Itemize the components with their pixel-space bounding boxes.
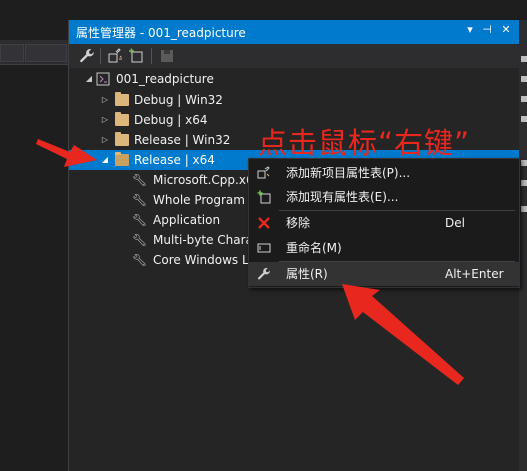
wrench-icon [258,267,270,280]
folder-icon [115,132,129,146]
side-tab-marker[interactable] [521,180,527,186]
menu-item-properties[interactable]: 属性(R) Alt+Enter [249,262,519,286]
side-tab-marker[interactable] [521,56,527,62]
expand-arrow-icon[interactable]: ▷ [100,110,110,130]
side-tab-marker[interactable] [521,206,527,212]
new-property-sheet-icon[interactable] [107,48,123,64]
wrench-icon: 🔧︎ [132,253,148,267]
sheet-label: Microsoft.Cpp.x6 [153,173,254,187]
config-label: Debug | x64 [134,113,208,127]
editor-dropdown[interactable] [25,44,67,62]
menu-item-label: 添加现有属性表(E)... [286,190,399,204]
menu-item-label: 属性(R) [286,267,328,281]
close-icon[interactable]: ✕ [499,23,513,36]
editor-dropdown[interactable] [0,44,24,62]
add-existing-sheet-icon[interactable] [128,48,144,64]
sheet-label: Multi-byte Chara [153,233,253,247]
menu-item-label: 添加新项目属性表(P)... [286,166,411,180]
collapse-arrow-icon[interactable]: ◢ [84,69,94,89]
wrench-icon[interactable] [79,48,95,64]
wrench-icon: 🔧︎ [132,233,148,247]
side-tab-marker[interactable] [521,76,527,82]
menu-item-label: 移除 [286,216,311,230]
wrench-icon: 🔧︎ [132,213,148,227]
panel-toolbar [69,44,519,68]
editor-area [0,65,68,471]
sheet-label: Application [153,213,221,227]
remove-icon [258,217,270,229]
expand-arrow-icon[interactable]: ▷ [100,130,110,150]
tree-item-debug-win32[interactable]: ▷ Debug | Win32 [69,90,519,110]
sheet-label: Whole Program [153,193,245,207]
wrench-icon: 🔧︎ [132,193,148,207]
collapse-arrow-icon[interactable]: ◢ [100,150,110,170]
open-folder-icon [115,152,129,166]
pin-icon[interactable]: ⊣ [480,23,494,36]
panel-title: 属性管理器 - 001_readpicture [76,26,246,40]
config-label: Release | Win32 [134,133,231,147]
editor-toolbar [0,40,68,65]
menu-item-add-existing-sheet[interactable]: 添加现有属性表(E)... [249,185,519,209]
menu-item-remove[interactable]: 移除 Del [249,211,519,235]
menu-item-shortcut: Del [445,216,465,230]
toolbar-separator [151,48,152,64]
context-menu: 添加新项目属性表(P)... 添加现有属性表(E)... 移除 Del 重命名(… [248,158,520,288]
panel-title-bar[interactable]: 属性管理器 - 001_readpicture ▾ ⊣ ✕ [69,20,519,44]
toolbar-separator [100,48,101,64]
folder-icon [115,92,129,106]
expand-arrow-icon[interactable]: ▷ [100,90,110,110]
dropdown-icon[interactable]: ▾ [463,23,477,36]
config-label: Debug | Win32 [134,93,223,107]
menu-item-add-new-sheet[interactable]: 添加新项目属性表(P)... [249,161,519,185]
menu-item-shortcut: Alt+Enter [445,267,504,281]
side-tab-marker[interactable] [521,116,527,122]
config-label: Release | x64 [134,153,215,167]
project-icon [96,72,110,86]
project-name: 001_readpicture [116,72,214,86]
sheet-label: Core Windows Li [153,253,252,267]
new-property-sheet-icon [257,166,270,179]
folder-icon [115,112,129,126]
menu-item-rename[interactable]: 重命名(M) [249,236,519,260]
add-existing-sheet-icon [257,190,271,204]
save-icon[interactable] [159,48,175,64]
annotation-text: 点击鼠标“右键” [258,126,471,160]
side-tab-marker[interactable] [521,160,527,166]
menu-item-label: 重命名(M) [286,241,342,255]
wrench-icon: 🔧︎ [132,173,148,187]
tree-root[interactable]: ◢ 001_readpicture [69,69,519,89]
rename-icon [257,243,271,253]
side-tab-marker[interactable] [521,96,527,102]
